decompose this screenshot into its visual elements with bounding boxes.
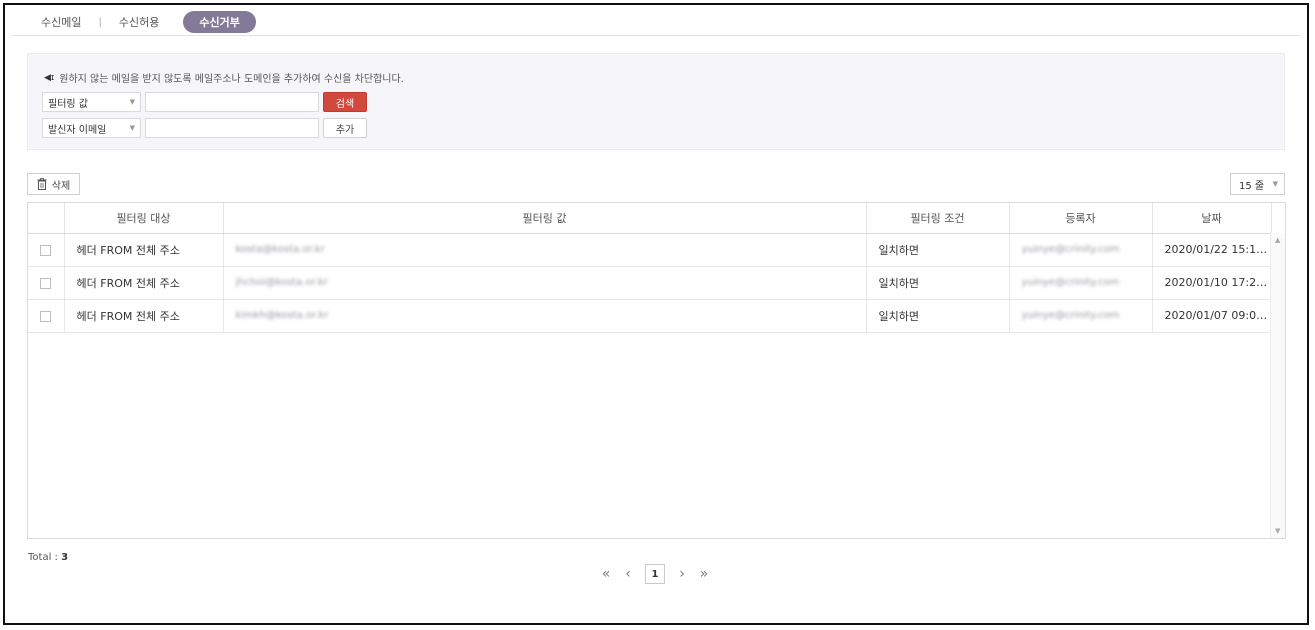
search-field-select[interactable]: 필터링 값 ▼ [42, 92, 141, 112]
header-value[interactable]: 필터링 값 [223, 203, 867, 234]
delete-button[interactable]: 삭제 [27, 173, 80, 195]
row-checkbox-cell [28, 299, 65, 333]
search-input[interactable] [145, 92, 319, 112]
row-checkbox[interactable] [40, 244, 52, 256]
search-row: 필터링 값 ▼ 검색 [42, 92, 367, 112]
cell-date: 2020/01/22 15:13:... [1152, 233, 1272, 267]
add-input[interactable] [145, 118, 319, 138]
scroll-up-icon[interactable]: ▲ [1275, 236, 1280, 244]
chevron-down-icon: ▼ [129, 124, 135, 132]
row-checkbox-cell [28, 233, 65, 267]
tab-receive-mail[interactable]: 수신메일 [41, 14, 81, 30]
header-date[interactable]: 날짜 [1152, 203, 1272, 234]
cell-date: 2020/01/10 17:26:... [1152, 266, 1272, 300]
row-checkbox-cell [28, 266, 65, 300]
chevron-down-icon: ▼ [129, 98, 135, 106]
first-page-icon[interactable]: « [598, 566, 614, 582]
table-row[interactable]: 헤더 FROM 전체 주소 jhchoi@kosta.or.kr 일치하면 yu… [28, 266, 1272, 300]
cell-value: kimkh@kosta.or.kr [223, 299, 867, 333]
rows-per-page-value: 15 줄 [1239, 180, 1265, 192]
last-page-icon[interactable]: » [696, 566, 712, 582]
total-count: Total : 3 [28, 552, 68, 563]
table-row[interactable]: 헤더 FROM 전체 주소 kimkh@kosta.or.kr 일치하면 yui… [28, 299, 1272, 333]
filter-panel: ◀ɪ 원하지 않는 메일을 받지 않도록 메일주소나 도메인을 추가하여 수신을… [27, 53, 1285, 150]
cell-target: 헤더 FROM 전체 주소 [64, 233, 224, 267]
header-checkbox-cell [28, 203, 65, 234]
total-label: Total : [28, 552, 62, 563]
cell-target: 헤더 FROM 전체 주소 [64, 299, 224, 333]
table-scrollbar[interactable]: ▲ ▼ [1270, 233, 1285, 538]
app-frame: 수신메일 | 수신허용 수신거부 ◀ɪ 원하지 않는 메일을 받지 않도록 메일… [3, 3, 1309, 625]
next-page-icon[interactable]: › [674, 566, 690, 582]
row-checkbox[interactable] [40, 277, 52, 289]
header-target[interactable]: 필터링 대상 [64, 203, 224, 234]
pagination: « ‹ 1 › » [595, 563, 715, 585]
header-registrant[interactable]: 등록자 [1009, 203, 1153, 234]
notice-text: 원하지 않는 메일을 받지 않도록 메일주소나 도메인을 추가하여 수신을 차단… [59, 74, 404, 85]
add-field-select[interactable]: 발신자 이메일 ▼ [42, 118, 141, 138]
total-value: 3 [61, 552, 69, 563]
trash-icon [37, 178, 47, 190]
search-field-value: 필터링 값 [48, 98, 88, 110]
chevron-down-icon: ▼ [1272, 180, 1278, 188]
search-button[interactable]: 검색 [323, 92, 367, 112]
cell-registrant: yuinye@crinity.com [1009, 299, 1153, 333]
delete-button-label: 삭제 [51, 180, 71, 192]
cell-value: kosta@kosta.or.kr [223, 233, 867, 267]
filter-table: 필터링 대상 필터링 값 필터링 조건 등록자 날짜 헤더 FROM 전체 주소… [27, 202, 1286, 539]
cell-value: jhchoi@kosta.or.kr [223, 266, 867, 300]
tab-reject[interactable]: 수신거부 [183, 11, 256, 33]
add-row: 발신자 이메일 ▼ 추가 [42, 118, 367, 138]
table-header-row: 필터링 대상 필터링 값 필터링 조건 등록자 날짜 [28, 203, 1272, 234]
tabs-divider [11, 35, 1301, 36]
header-condition[interactable]: 필터링 조건 [866, 203, 1010, 234]
notice: ◀ɪ 원하지 않는 메일을 받지 않도록 메일주소나 도메인을 추가하여 수신을… [44, 70, 404, 86]
scroll-down-icon[interactable]: ▼ [1275, 527, 1280, 535]
table-row[interactable]: 헤더 FROM 전체 주소 kosta@kosta.or.kr 일치하면 yui… [28, 233, 1272, 267]
tab-allow[interactable]: 수신허용 [119, 14, 159, 30]
mail-filter-tabs: 수신메일 | 수신허용 수신거부 [41, 11, 256, 33]
tab-separator: | [98, 16, 102, 28]
cell-condition: 일치하면 [866, 299, 1010, 333]
cell-date: 2020/01/07 09:08:... [1152, 299, 1272, 333]
rows-per-page-select[interactable]: 15 줄 ▼ [1230, 173, 1285, 195]
cell-registrant: yuinye@crinity.com [1009, 266, 1153, 300]
cell-target: 헤더 FROM 전체 주소 [64, 266, 224, 300]
cell-condition: 일치하면 [866, 266, 1010, 300]
cell-registrant: yuinye@crinity.com [1009, 233, 1153, 267]
cell-condition: 일치하면 [866, 233, 1010, 267]
page-number-current[interactable]: 1 [645, 564, 665, 584]
add-button[interactable]: 추가 [323, 118, 367, 138]
prev-page-icon[interactable]: ‹ [620, 566, 636, 582]
row-checkbox[interactable] [40, 310, 52, 322]
add-field-value: 발신자 이메일 [48, 124, 107, 136]
speaker-icon: ◀ɪ [44, 72, 55, 83]
